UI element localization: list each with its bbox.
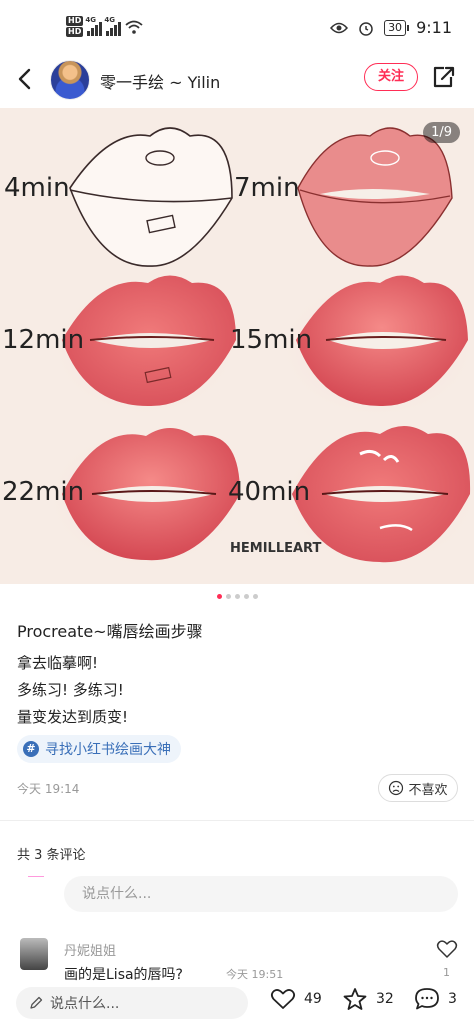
signal-icon-2: 4G	[104, 15, 122, 36]
author-avatar[interactable]	[50, 60, 90, 100]
topic-tag-label: 寻找小红书绘画大神	[45, 742, 171, 758]
step-label-4: 15min	[230, 325, 312, 355]
pager-dot[interactable]	[243, 594, 249, 599]
commenter-avatar[interactable]	[20, 938, 48, 970]
wifi-icon	[125, 20, 143, 34]
back-arrow-icon[interactable]	[12, 64, 38, 94]
pencil-icon	[30, 996, 43, 1009]
bottom-input-label: 说点什么...	[50, 996, 120, 1012]
favorite-count: 32	[376, 991, 394, 1007]
network-indicator: HD HD	[66, 16, 84, 37]
follow-button[interactable]: 关注	[364, 63, 418, 91]
step-label-1: 4min	[4, 173, 70, 203]
image-pager	[0, 594, 474, 599]
step-label-6: 40min	[228, 477, 310, 507]
watermark: HEMILLEART	[230, 541, 321, 556]
comment-input[interactable]: 说点什么...	[64, 876, 458, 912]
star-icon	[343, 988, 367, 1010]
lips-flat	[297, 127, 453, 267]
post-line-1: 拿去临摹啊!	[17, 654, 99, 672]
comment-like-count: 1	[443, 966, 450, 979]
pager-dot[interactable]	[216, 594, 222, 599]
comment-like-icon[interactable]	[436, 938, 458, 960]
comment-button[interactable]: 3	[414, 987, 457, 1011]
comment-count-bottom: 3	[448, 991, 457, 1007]
pager-dot[interactable]	[252, 594, 258, 599]
frown-face-icon	[389, 780, 404, 796]
lips-sketch	[69, 127, 233, 267]
topic-tag[interactable]: # 寻找小红书绘画大神	[17, 735, 181, 763]
divider	[0, 820, 474, 821]
network-label-1: HD	[66, 16, 84, 26]
post-image[interactable]: 4min 7min 12min 15min 22min 40min HEMILL…	[0, 108, 474, 584]
signal-label-1: 4G	[85, 15, 96, 24]
battery-indicator: 30	[384, 19, 410, 36]
pager-dot[interactable]	[225, 594, 231, 599]
alarm-icon	[359, 21, 373, 36]
comment-count: 共 3 条评论	[17, 848, 86, 863]
heart-icon	[270, 989, 296, 1009]
hashtag-icon: #	[23, 741, 39, 757]
image-counter: 1/9	[423, 122, 460, 143]
post-line-3: 量变发达到质变!	[17, 708, 129, 726]
post-date: 今天 19:14	[17, 782, 80, 796]
post-header: 零一手绘 ~ Yilin 关注	[0, 56, 474, 106]
signal-icon: 4G	[85, 15, 103, 36]
clock: 9:11	[416, 18, 452, 37]
step-label-5: 22min	[2, 477, 84, 507]
commenter-name[interactable]: 丹妮姐姐	[64, 940, 116, 959]
author-name[interactable]: 零一手绘 ~ Yilin	[100, 69, 220, 93]
post-title: Procreate~嘴唇绘画步骤	[17, 622, 203, 641]
dislike-button[interactable]: 不喜欢	[378, 774, 458, 802]
comment-time: 今天 19:51	[226, 968, 284, 981]
status-bar: HD HD 4G 4G 30 9:11	[0, 0, 474, 56]
like-count: 49	[304, 991, 322, 1007]
dislike-label: 不喜欢	[408, 782, 448, 798]
step-label-2: 7min	[234, 173, 300, 203]
status-left: HD HD 4G 4G	[66, 16, 143, 37]
post-line-2: 多练习! 多练习!	[17, 681, 124, 699]
like-button[interactable]: 49	[270, 987, 322, 1011]
lips-artwork: 4min 7min 12min 15min 22min 40min HEMILL…	[2, 127, 474, 570]
bottom-comment-input[interactable]: 说点什么...	[16, 987, 248, 1019]
pager-dot[interactable]	[234, 594, 240, 599]
status-right: 30 9:11	[330, 18, 452, 37]
my-avatar	[28, 876, 44, 880]
eye-icon	[330, 22, 349, 33]
network-label-2: HD	[66, 27, 84, 37]
step-label-3: 12min	[2, 325, 84, 355]
bottom-action-bar: 说点什么... 49 32 3	[0, 981, 474, 1027]
share-icon[interactable]	[430, 63, 456, 91]
signal-label-2: 4G	[104, 15, 115, 24]
favorite-button[interactable]: 32	[342, 987, 394, 1011]
comment-bubble-icon	[415, 988, 439, 1010]
